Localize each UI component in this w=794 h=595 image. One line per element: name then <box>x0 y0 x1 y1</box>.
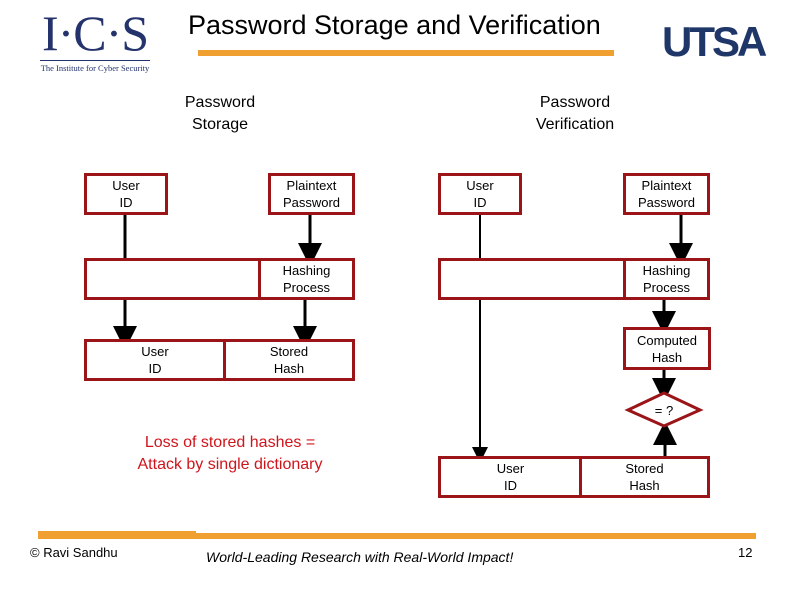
verif-stored-hash-box: Stored Hash <box>579 456 710 498</box>
dictionary-attack-note: Loss of stored hashes = Attack by single… <box>137 434 323 473</box>
page-number: 12 <box>738 545 753 560</box>
storage-stored-hash-label: Stored Hash <box>269 344 309 376</box>
storage-blank-box <box>84 258 261 300</box>
verif-plaintext-box: Plaintext Password <box>623 173 710 215</box>
storage-plaintext-box: Plaintext Password <box>268 173 355 215</box>
verif-computed-hash-label: Computed Hash <box>637 332 697 365</box>
footer-rule <box>38 533 756 539</box>
footer-author: © Ravi Sandhu <box>30 545 118 560</box>
storage-hashing-label: Hashing Process <box>282 263 331 295</box>
verif-blank-box <box>438 258 626 300</box>
verif-hashing-box: Hashing Process <box>623 258 710 300</box>
verif-stored-userid-label: User ID <box>496 461 525 493</box>
verif-stored-userid-box: User ID <box>438 456 583 498</box>
verif-user-id-box: User ID <box>438 173 522 215</box>
storage-plaintext-label: Plaintext Password <box>282 178 341 210</box>
compare-label: = ? <box>654 403 674 418</box>
verif-hashing-label: Hashing Process <box>642 263 691 295</box>
storage-stored-userid-box: User ID <box>84 339 226 381</box>
storage-stored-hash-box: Stored Hash <box>223 339 355 381</box>
verif-computed-hash-box: Computed Hash <box>623 327 711 370</box>
footer-tagline: World-Leading Research with Real-World I… <box>206 549 514 565</box>
storage-hashing-box: Hashing Process <box>258 258 355 300</box>
verif-stored-hash-label: Stored Hash <box>625 461 664 493</box>
verif-user-id-label: User ID <box>466 178 494 210</box>
verif-plaintext-label: Plaintext Password <box>637 178 696 210</box>
storage-user-id-label: User ID <box>112 178 140 210</box>
storage-user-id-box: User ID <box>84 173 168 215</box>
storage-stored-userid-label: User ID <box>141 344 169 376</box>
